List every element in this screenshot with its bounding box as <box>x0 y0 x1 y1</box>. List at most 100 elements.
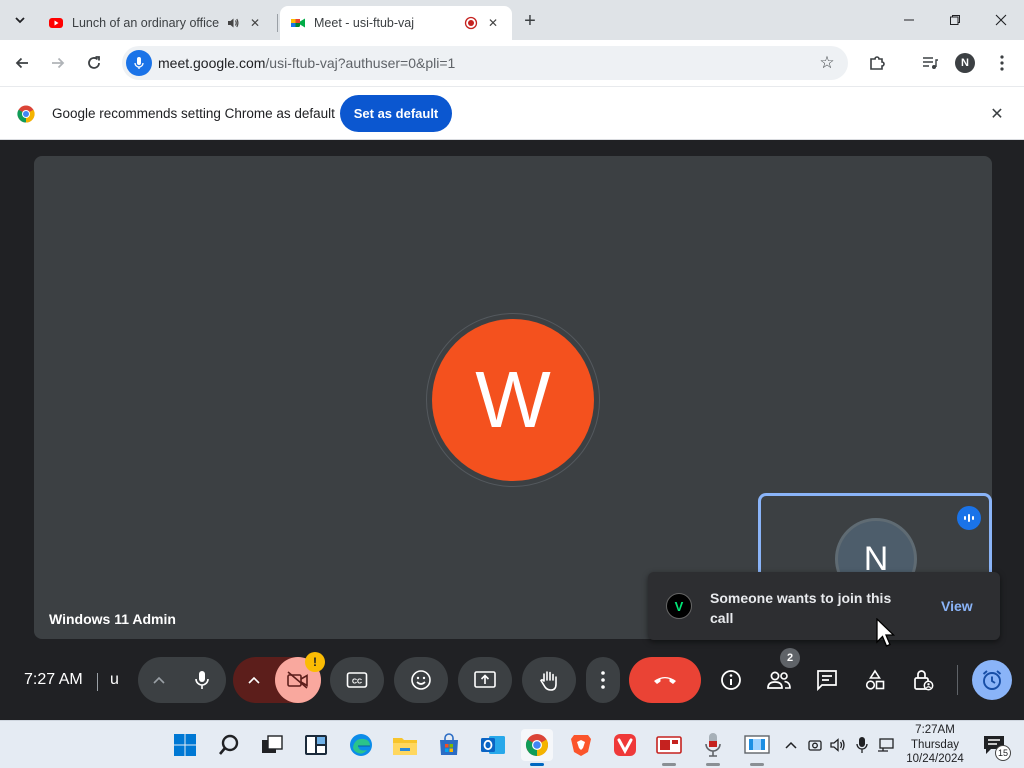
volume-icon[interactable] <box>828 735 848 755</box>
hang-up-icon <box>654 677 676 684</box>
audio-control-group <box>138 657 226 703</box>
taskbar-clock[interactable]: 7:27AM Thursday 10/24/2024 <box>906 723 964 767</box>
tab-strip: Lunch of an ordinary office ✕ Meet - usi… <box>0 0 1024 40</box>
task-view-icon[interactable] <box>256 729 288 761</box>
profile-avatar[interactable]: N <box>955 53 975 73</box>
tab-divider <box>277 14 278 32</box>
chrome-logo-icon <box>17 105 35 123</box>
forward-arrow-icon[interactable] <box>44 49 72 77</box>
infobar-message: Google recommends setting Chrome as defa… <box>52 106 335 121</box>
show-hidden-icons-chevron-icon[interactable] <box>781 735 801 755</box>
media-control-icon[interactable] <box>916 49 944 77</box>
hand-icon <box>540 671 557 691</box>
chrome-taskbar-icon[interactable] <box>521 729 553 761</box>
running-app-indicator <box>706 763 720 766</box>
shapes-icon <box>865 669 885 690</box>
windows-taskbar: 7:27AM Thursday 10/24/2024 15 <box>0 720 1024 768</box>
join-request-toast: V Someone wants to join this call View <box>648 572 1000 640</box>
notification-count-badge: 15 <box>995 745 1011 761</box>
audio-options-chevron-icon[interactable] <box>139 676 179 684</box>
outlook-icon[interactable] <box>477 729 509 761</box>
reload-icon[interactable] <box>80 49 108 77</box>
speaker-icon[interactable] <box>224 14 242 32</box>
more-options-button[interactable] <box>586 657 620 703</box>
remote-desktop-icon[interactable] <box>741 729 773 761</box>
screen-recorder-icon[interactable] <box>653 729 685 761</box>
search-icon[interactable] <box>213 729 245 761</box>
meet-call-area: W Windows 11 Admin N V Someone wants to … <box>0 140 1024 720</box>
present-screen-button[interactable] <box>458 657 512 703</box>
vivaldi-browser-icon[interactable] <box>609 729 641 761</box>
tab-youtube[interactable]: Lunch of an ordinary office ✕ <box>38 6 274 40</box>
captions-icon: CC <box>346 672 368 688</box>
tab-search-button[interactable] <box>8 8 32 32</box>
widgets-icon[interactable] <box>300 729 332 761</box>
recording-icon <box>462 14 480 32</box>
camera-in-use-icon[interactable] <box>805 735 825 755</box>
requester-icon: V <box>666 593 692 619</box>
default-browser-infobar: Google recommends setting Chrome as defa… <box>0 86 1024 140</box>
windows-start-icon[interactable] <box>169 729 201 761</box>
emoji-icon <box>411 670 431 690</box>
youtube-icon <box>49 18 63 28</box>
edge-browser-icon[interactable] <box>345 729 377 761</box>
bookmark-star-icon[interactable]: ☆ <box>816 52 838 74</box>
reactions-button[interactable] <box>394 657 448 703</box>
chat-icon <box>817 670 837 691</box>
close-tab-icon[interactable]: ✕ <box>484 14 502 32</box>
close-icon[interactable]: ✕ <box>986 103 1008 125</box>
info-icon <box>721 670 741 690</box>
microphone-in-use-icon[interactable] <box>852 735 872 755</box>
divider <box>97 673 98 691</box>
video-options-chevron-icon[interactable] <box>233 676 275 684</box>
chat-button[interactable] <box>804 657 850 703</box>
close-window-icon[interactable] <box>978 0 1024 40</box>
set-as-default-button[interactable]: Set as default <box>340 95 452 132</box>
activities-button[interactable] <box>852 657 898 703</box>
address-bar[interactable]: meet.google.com/usi-ftub-vaj?authuser=0&… <box>122 46 848 80</box>
brave-browser-icon[interactable] <box>565 729 597 761</box>
divider <box>957 665 958 695</box>
browser-toolbar: meet.google.com/usi-ftub-vaj?authuser=0&… <box>0 40 1024 86</box>
restore-icon[interactable] <box>932 0 978 40</box>
captions-button[interactable]: CC <box>330 657 384 703</box>
mouse-cursor-icon <box>876 618 896 647</box>
raise-hand-button[interactable] <box>522 657 576 703</box>
clock-date: 10/24/2024 <box>906 753 964 765</box>
active-app-indicator <box>530 763 544 766</box>
url-text: meet.google.com/usi-ftub-vaj?authuser=0&… <box>158 55 455 71</box>
google-meet-icon <box>291 18 305 28</box>
chevron-down-icon <box>15 17 25 24</box>
people-icon <box>767 671 791 689</box>
voice-recorder-icon[interactable] <box>697 729 729 761</box>
microsoft-store-icon[interactable] <box>433 729 465 761</box>
meeting-details-button[interactable] <box>708 657 754 703</box>
close-tab-icon[interactable]: ✕ <box>246 14 264 32</box>
running-app-indicator <box>750 763 764 766</box>
url-host: meet.google.com <box>158 55 266 71</box>
meeting-code: u <box>110 671 119 688</box>
meeting-clock: 7:27 AM <box>24 671 83 688</box>
menu-kebab-icon[interactable] <box>988 49 1016 77</box>
minimize-icon[interactable] <box>886 0 932 40</box>
extensions-puzzle-icon[interactable] <box>863 49 891 77</box>
speaking-indicator-icon <box>957 506 981 530</box>
tab-meet[interactable]: Meet - usi-ftub-vaj ✕ <box>280 6 512 40</box>
back-arrow-icon[interactable] <box>8 49 36 77</box>
network-icon[interactable] <box>876 735 896 755</box>
host-controls-button[interactable] <box>900 657 946 703</box>
microphone-icon[interactable] <box>179 657 225 703</box>
new-tab-plus-icon[interactable]: + <box>518 9 542 33</box>
clock-time: 7:27AM <box>915 724 955 736</box>
url-path: /usi-ftub-vaj?authuser=0&pli=1 <box>265 55 456 71</box>
camera-warning-badge: ! <box>305 652 325 672</box>
timer-button[interactable] <box>972 660 1012 700</box>
main-participant-avatar: W <box>432 319 594 481</box>
present-screen-icon <box>474 671 496 688</box>
tab-title: Meet - usi-ftub-vaj <box>314 16 415 30</box>
file-explorer-icon[interactable] <box>389 729 421 761</box>
view-button[interactable]: View <box>941 598 973 614</box>
microphone-icon <box>126 50 152 76</box>
lock-person-icon <box>914 670 934 691</box>
leave-call-button[interactable] <box>629 657 701 703</box>
